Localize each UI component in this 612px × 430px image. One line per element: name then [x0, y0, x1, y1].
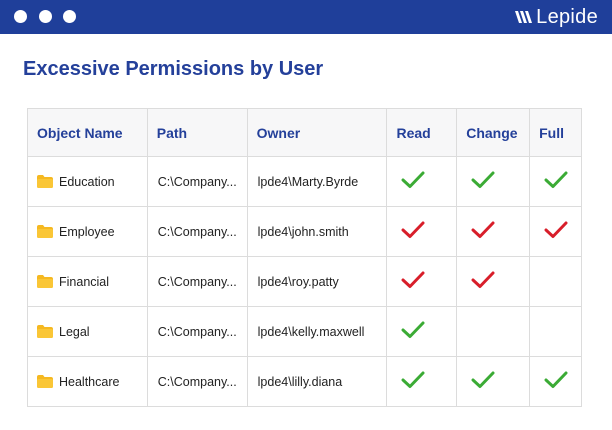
read-permission-cell [386, 156, 458, 207]
green-check-icon [471, 371, 495, 389]
folder-icon [37, 225, 59, 238]
table-row[interactable]: Education C:\Company... lpde4\Marty.Byrde [27, 156, 582, 207]
read-permission-cell [386, 256, 458, 307]
brand-logo: Lepide [515, 6, 598, 28]
column-header-change[interactable]: Change [456, 108, 531, 157]
object-name: Legal [59, 324, 90, 339]
full-permission-cell [529, 306, 582, 357]
green-check-icon [401, 171, 425, 189]
read-permission-cell [386, 356, 458, 407]
object-name: Employee [59, 224, 115, 239]
window-dot-icon [39, 10, 52, 23]
change-permission-cell [456, 156, 531, 207]
path-cell: C:\Company... [146, 156, 248, 207]
owner-cell: lpde4\kelly.maxwell [246, 306, 388, 357]
path-cell: C:\Company... [146, 206, 248, 257]
green-check-icon [544, 371, 568, 389]
red-check-icon [544, 221, 568, 239]
brand-name: Lepide [536, 5, 598, 28]
table-row[interactable]: Legal C:\Company... lpde4\kelly.maxwell [27, 306, 582, 357]
lepide-logo-icon [515, 11, 533, 23]
object-name-cell: Education [27, 156, 148, 207]
full-permission-cell [529, 356, 582, 407]
green-check-icon [471, 171, 495, 189]
window-dot-icon [63, 10, 76, 23]
full-permission-cell [529, 256, 582, 307]
change-permission-cell [456, 306, 531, 357]
green-check-icon [544, 171, 568, 189]
red-check-icon [401, 221, 425, 239]
read-permission-cell [386, 306, 458, 357]
owner-cell: lpde4\john.smith [246, 206, 388, 257]
full-permission-cell [529, 156, 582, 207]
change-permission-cell [456, 256, 531, 307]
column-header-object-name[interactable]: Object Name [27, 108, 148, 157]
owner-cell: lpde4\Marty.Byrde [246, 156, 388, 207]
table-row[interactable]: Financial C:\Company... lpde4\roy.patty [27, 256, 582, 307]
column-header-path[interactable]: Path [146, 108, 248, 157]
column-header-full[interactable]: Full [529, 108, 582, 157]
full-permission-cell [529, 206, 582, 257]
path-cell: C:\Company... [146, 356, 248, 407]
window-titlebar: Lepide [0, 0, 612, 34]
object-name-cell: Financial [27, 256, 148, 307]
read-permission-cell [386, 206, 458, 257]
page-title: Excessive Permissions by User [23, 58, 324, 80]
table-row[interactable]: Employee C:\Company... lpde4\john.smith [27, 206, 582, 257]
object-name: Education [59, 174, 115, 189]
owner-cell: lpde4\lilly.diana [246, 356, 388, 407]
owner-cell: lpde4\roy.patty [246, 256, 388, 307]
path-cell: C:\Company... [146, 306, 248, 357]
red-check-icon [471, 271, 495, 289]
column-header-read[interactable]: Read [386, 108, 458, 157]
object-name: Healthcare [59, 374, 120, 389]
object-name-cell: Legal [27, 306, 148, 357]
window-dot-icon [14, 10, 27, 23]
change-permission-cell [456, 356, 531, 407]
green-check-icon [401, 321, 425, 339]
column-header-owner[interactable]: Owner [246, 108, 388, 157]
folder-icon [37, 275, 59, 288]
table-row[interactable]: Healthcare C:\Company... lpde4\lilly.diana [27, 356, 582, 407]
folder-icon [37, 325, 59, 338]
red-check-icon [401, 271, 425, 289]
object-name: Financial [59, 274, 110, 289]
change-permission-cell [456, 206, 531, 257]
green-check-icon [401, 371, 425, 389]
permissions-table: Object Name Path Owner Read Change Full … [27, 108, 582, 407]
object-name-cell: Healthcare [27, 356, 148, 407]
red-check-icon [471, 221, 495, 239]
path-cell: C:\Company... [146, 256, 248, 307]
object-name-cell: Employee [27, 206, 148, 257]
folder-icon [37, 175, 59, 188]
table-header-row: Object Name Path Owner Read Change Full [27, 108, 582, 157]
folder-icon [37, 375, 59, 388]
